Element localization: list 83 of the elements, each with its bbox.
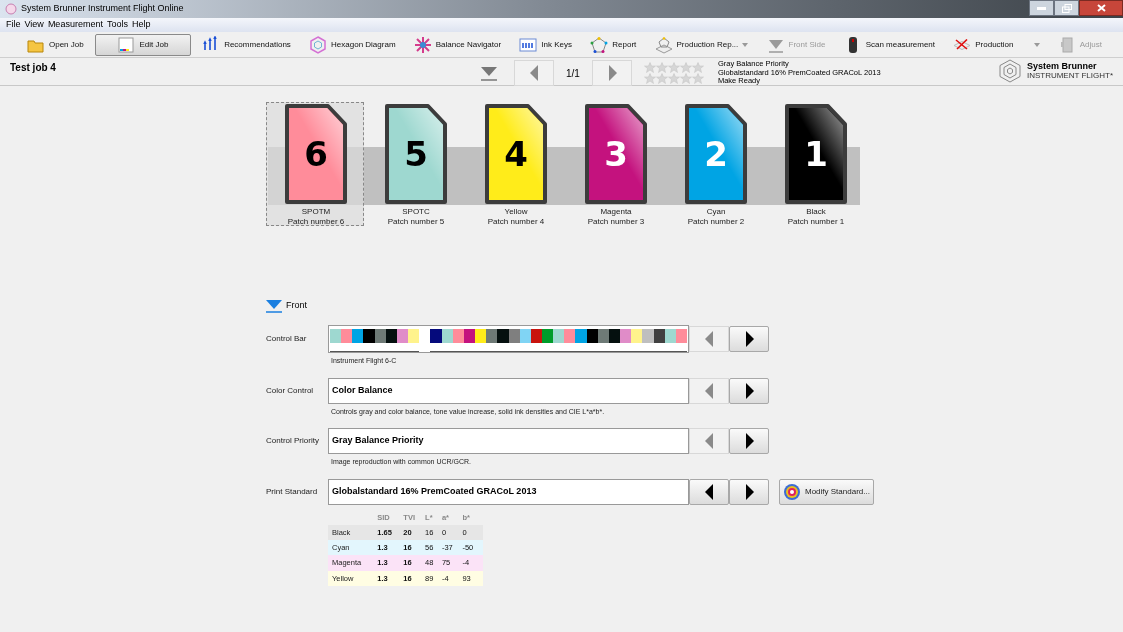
toolbar-button[interactable]: Scan measurement [836, 33, 943, 56]
menu-item[interactable]: Measurement [47, 18, 103, 32]
ink-card[interactable] [485, 104, 547, 204]
star-icon [667, 62, 680, 73]
minimize-button[interactable] [1029, 0, 1054, 16]
ink-number: 4 [503, 134, 529, 174]
next-button[interactable] [729, 377, 769, 404]
minimize-icon [1037, 6, 1046, 10]
window-title: System Brunner Instrument Flight Online [21, 2, 184, 16]
toolbar-button[interactable]: Ink Keys [512, 33, 580, 56]
star-burst-icon [413, 35, 432, 54]
ink-number: 2 [703, 134, 729, 174]
brand-subtitle: INSTRUMENT FLIGHT* [1026, 71, 1113, 81]
menu-item[interactable]: Tools [106, 18, 128, 32]
ink-card[interactable] [585, 104, 647, 204]
ink-card[interactable] [285, 104, 347, 204]
cross-sheet-icon [953, 39, 972, 50]
report-chart-icon [654, 35, 673, 54]
patch-number-label: Patch number 5 [387, 217, 445, 227]
toolbar-button[interactable]: Production [946, 33, 1047, 56]
triangle-down-icon[interactable] [480, 64, 498, 82]
restore-icon [1061, 3, 1072, 13]
ink-number: 1 [803, 134, 829, 174]
ink-keys-icon [519, 35, 538, 54]
patch-number-label: Patch number 4 [487, 217, 545, 227]
setting-value-field[interactable]: Globalstandard 16% PremCoated GRACoL 2013 [328, 478, 689, 505]
star-icon [655, 62, 668, 73]
setting-value-field[interactable]: Color Balance [328, 377, 689, 404]
hexagon-logo-icon [998, 59, 1021, 83]
setting-label: Color Control [266, 384, 315, 397]
ink-number: 6 [303, 134, 329, 174]
toolbar-button[interactable]: Hexagon Diagram [302, 33, 403, 56]
patch-number-label: Patch number 6 [287, 217, 345, 227]
ink-card[interactable] [785, 104, 847, 204]
ink-number: 5 [403, 134, 429, 174]
hexagon-icon [309, 35, 328, 54]
ink-name: Black [806, 207, 826, 217]
ink-name: SPOTM [301, 207, 331, 217]
app-logo-icon [5, 3, 17, 15]
patch-number-label: Patch number 1 [787, 217, 845, 227]
toolbar-button[interactable]: Recommendations [195, 33, 298, 56]
toolbar-button[interactable]: Production Rep... [647, 33, 756, 56]
ink-number: 3 [603, 134, 629, 174]
brand-name: System Brunner [1026, 61, 1098, 71]
ink-card[interactable] [685, 104, 747, 204]
caret-icon [1033, 42, 1040, 47]
star-icon [679, 62, 692, 73]
next-button[interactable] [729, 428, 769, 454]
close-button[interactable] [1079, 0, 1123, 16]
ink-name: Magenta [600, 207, 632, 217]
toolbar-button[interactable]: Edit Job [94, 33, 191, 56]
ink-name: Cyan [706, 207, 726, 217]
toolbar-button[interactable]: Report [583, 33, 644, 56]
patch-number-label: Patch number 3 [587, 217, 645, 227]
patch-number-label: Patch number 2 [687, 217, 745, 227]
toolbar-button[interactable]: Balance Navigator [406, 33, 509, 56]
modify-standard-button[interactable]: Modify Standard... [779, 478, 874, 505]
ink-name: SPOTC [402, 207, 430, 217]
menu-item[interactable]: View [24, 18, 44, 32]
setting-label: Print Standard [266, 485, 319, 498]
star-icon [643, 62, 656, 73]
star-icon [691, 62, 704, 73]
setting-value-field[interactable]: Gray Balance Priority [328, 428, 689, 454]
job-title: Test job 4 [10, 61, 57, 75]
toolbar-button[interactable]: Open Job [20, 33, 91, 56]
setting-label: Control Bar [266, 333, 308, 345]
setting-label: Control Priority [266, 435, 320, 447]
page-counter: 1/1 [565, 66, 581, 81]
next-button[interactable] [729, 326, 769, 352]
menu-item[interactable]: File [6, 18, 21, 32]
caret-icon [742, 42, 749, 47]
document-icon [117, 35, 136, 54]
menu-item[interactable]: Help [131, 18, 151, 32]
network-icon [590, 35, 609, 54]
next-button[interactable] [729, 478, 769, 505]
side-label: Front [286, 299, 307, 313]
ink-card[interactable] [385, 104, 447, 204]
close-icon [1096, 4, 1106, 12]
triangle-down-icon[interactable] [266, 299, 282, 313]
maximize-button[interactable] [1054, 0, 1079, 16]
ink-name: Yellow [504, 207, 528, 217]
previous-button[interactable] [689, 478, 729, 505]
target-icon [783, 482, 801, 501]
